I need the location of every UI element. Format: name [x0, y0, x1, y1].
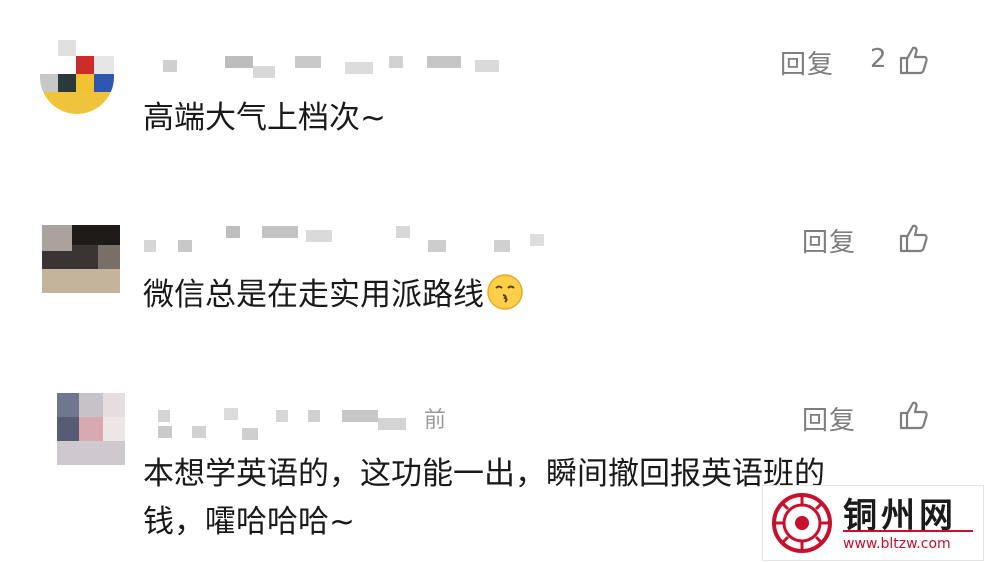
site-logo-icon: [772, 493, 832, 553]
comment-time: 前: [424, 408, 447, 433]
site-watermark: 铜州网 www.bltzw.com: [762, 485, 984, 561]
thumbs-up-icon[interactable]: [898, 399, 930, 431]
comment-text: 微信总是在走实用派路线: [143, 273, 524, 317]
comment-text-line-1: 本想学英语的，这功能一出，瞬间撤回报英语班的: [143, 456, 825, 492]
comment-item: 前 回复 本想学英语的，这功能一出，瞬间撤回报英语班的 钱，嚯哈哈哈~: [0, 0, 988, 540]
reply-button[interactable]: 回复: [802, 400, 856, 437]
title-underline: [843, 530, 973, 532]
thumbs-up-icon[interactable]: [898, 222, 930, 254]
comment-text-line-2: 钱，嚯哈哈哈~: [143, 504, 355, 540]
comment-text-body: 微信总是在走实用派路线: [143, 277, 484, 313]
kissing-face-icon: [487, 274, 523, 310]
username-blurred[interactable]: [152, 402, 422, 442]
username-blurred[interactable]: [138, 222, 558, 262]
avatar[interactable]: [57, 393, 125, 465]
site-url: www.bltzw.com: [843, 536, 951, 552]
reply-button[interactable]: 回复: [802, 222, 856, 259]
avatar[interactable]: [42, 225, 120, 293]
